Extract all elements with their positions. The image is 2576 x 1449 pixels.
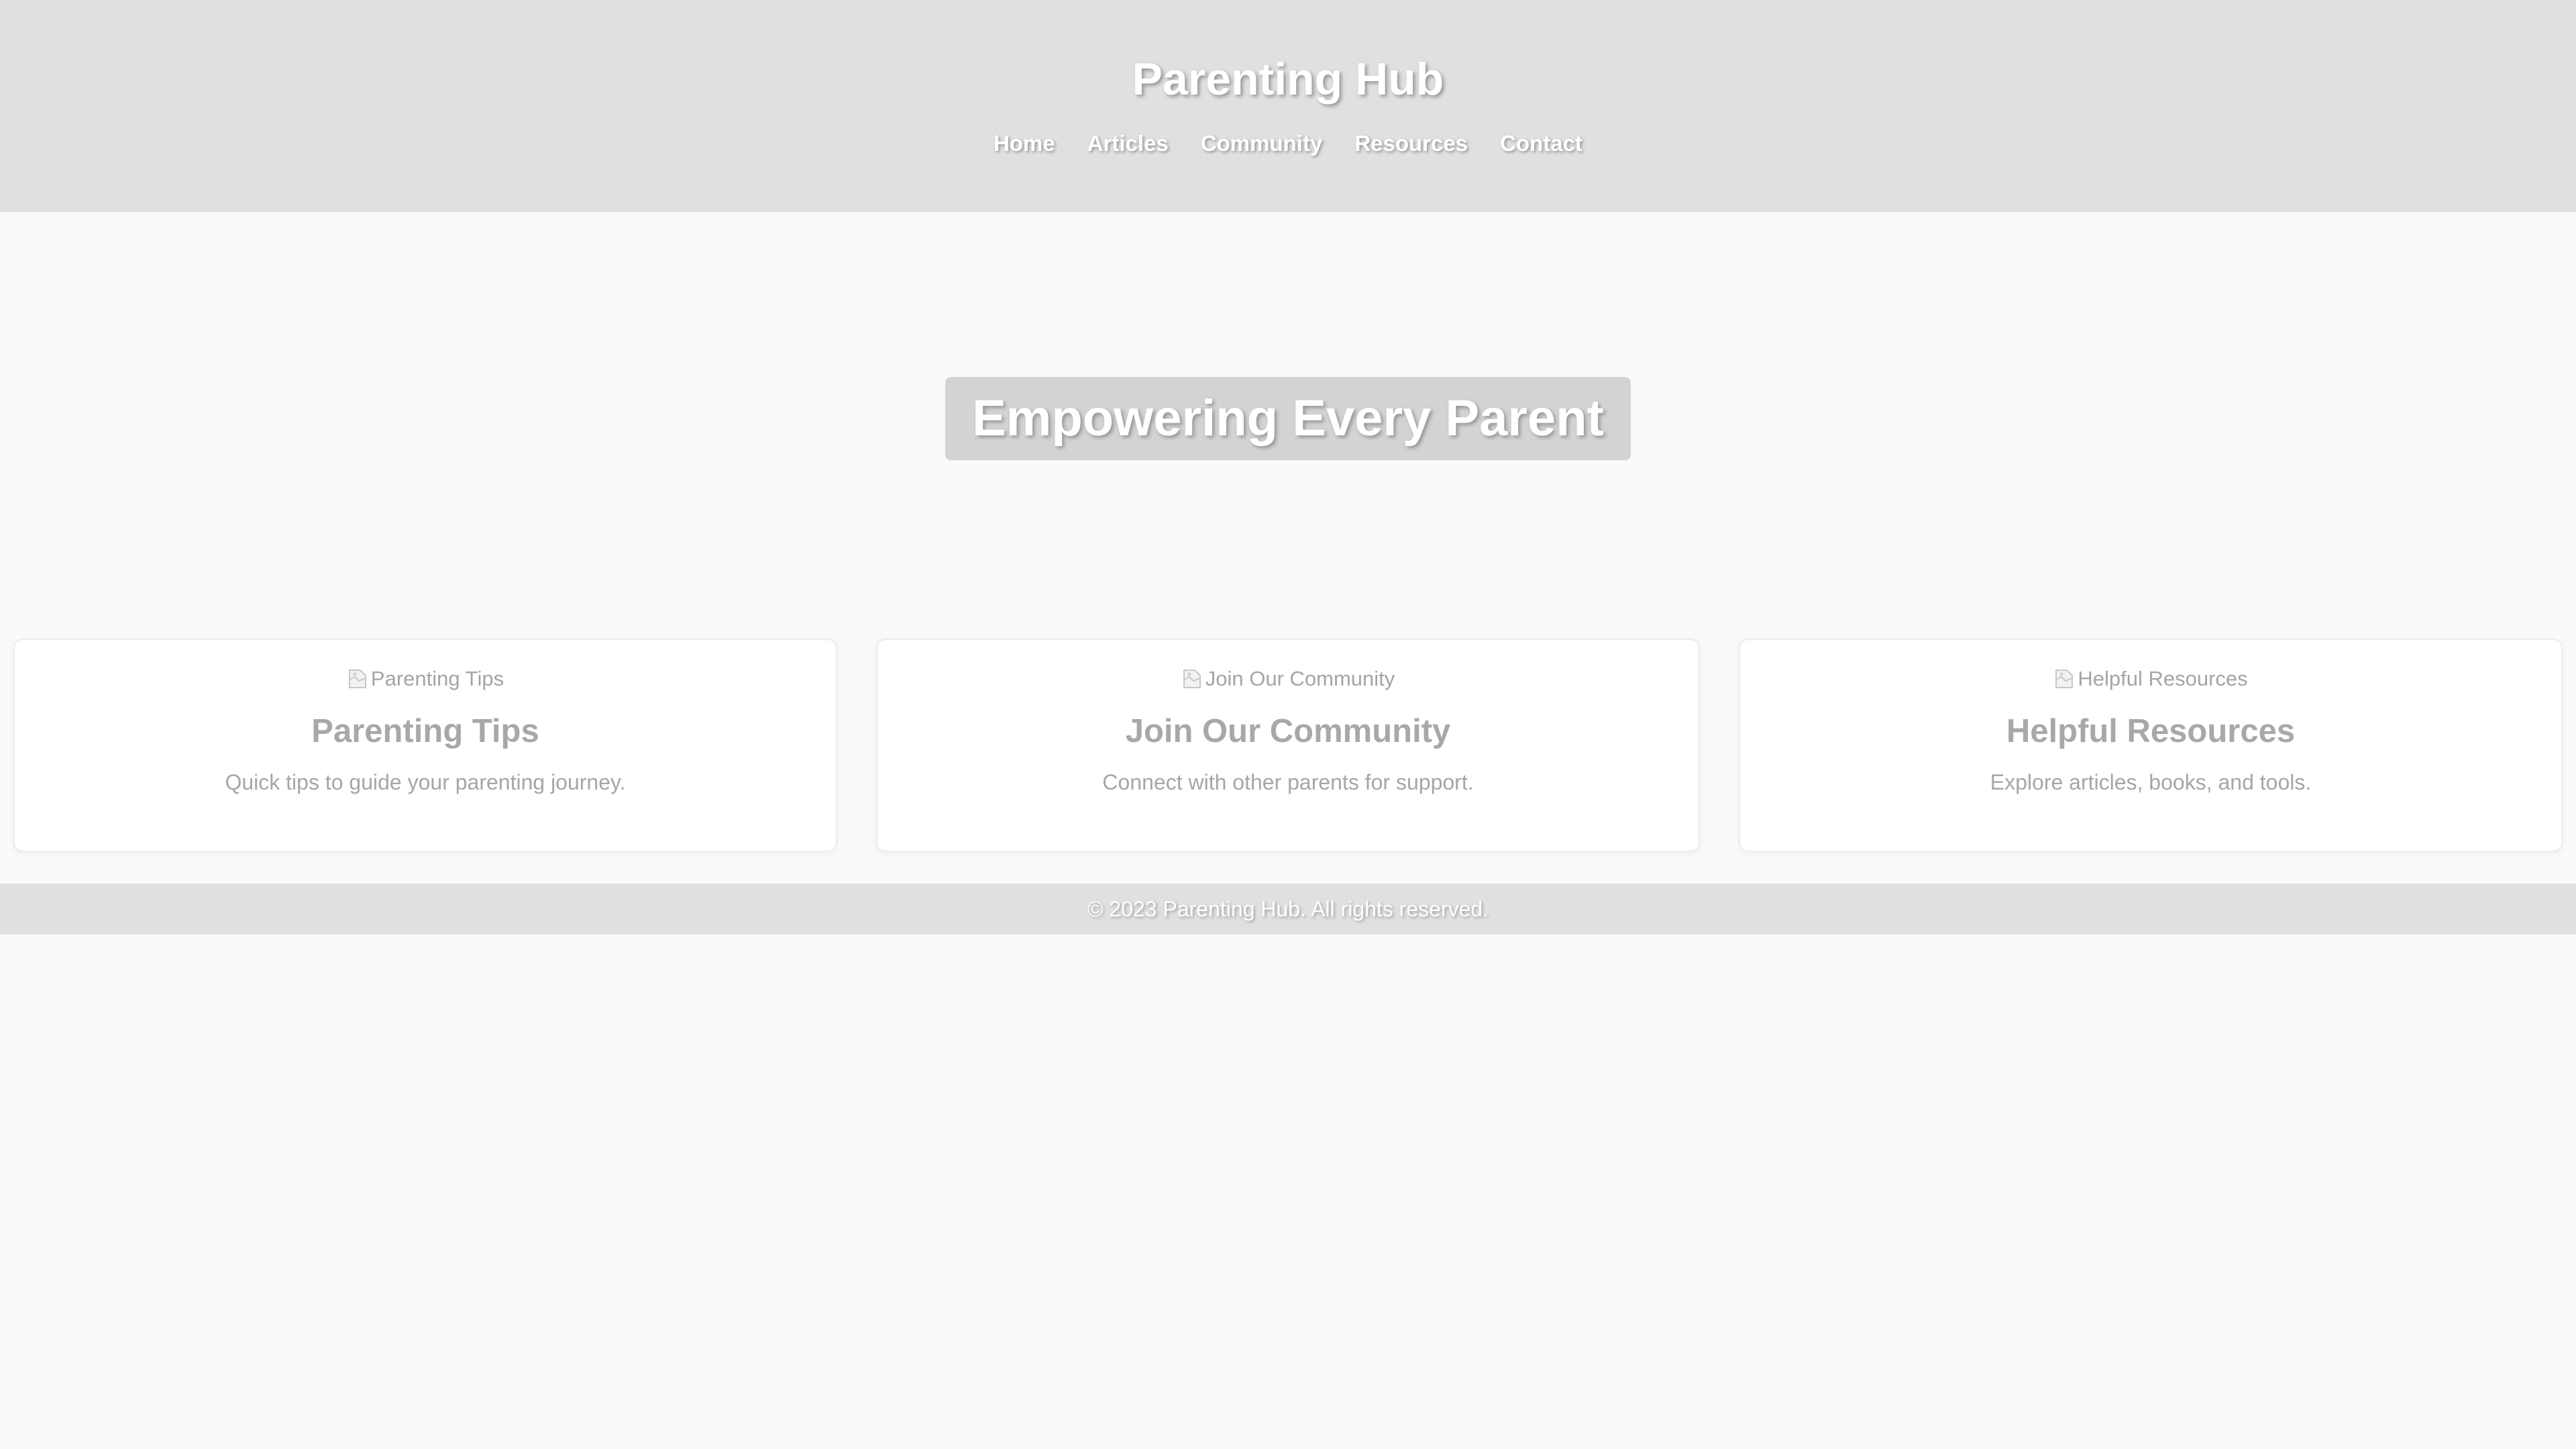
main-nav: Home Articles Community Resources Contac… — [0, 129, 2576, 158]
hero-title: Empowering Every Parent — [945, 377, 1631, 460]
card-parenting-tips[interactable]: Parenting Tips Parenting Tips Quick tips… — [13, 639, 837, 852]
card-image-alt: Parenting Tips — [370, 667, 504, 690]
hero-section: Empowering Every Parent — [0, 212, 2576, 639]
broken-image-icon — [348, 669, 366, 688]
card-description: Connect with other parents for support. — [1102, 770, 1474, 794]
card-title: Join Our Community — [1125, 713, 1451, 749]
card-image-alt: Join Our Community — [1205, 667, 1395, 690]
nav-link-home[interactable]: Home — [994, 129, 1055, 158]
card-image: Join Our Community — [877, 664, 1699, 694]
card-join-community[interactable]: Join Our Community Join Our Community Co… — [876, 639, 1700, 852]
card-image: Parenting Tips — [15, 664, 836, 694]
card-title: Parenting Tips — [311, 713, 539, 749]
site-footer: © 2023 Parenting Hub. All rights reserve… — [0, 883, 2576, 934]
copyright-text: © 2023 Parenting Hub. All rights reserve… — [1087, 896, 1489, 921]
nav-link-articles[interactable]: Articles — [1087, 129, 1169, 158]
card-description: Quick tips to guide your parenting journ… — [225, 770, 626, 794]
card-description: Explore articles, books, and tools. — [1990, 770, 2312, 794]
nav-link-community[interactable]: Community — [1201, 129, 1323, 158]
card-image: Helpful Resources — [1740, 664, 2561, 694]
site-title: Parenting Hub — [1132, 54, 1444, 105]
site-header: Parenting Hub Home Articles Community Re… — [0, 0, 2576, 212]
broken-image-icon — [1183, 669, 1201, 688]
feature-cards: Parenting Tips Parenting Tips Quick tips… — [13, 639, 2563, 852]
nav-link-resources[interactable]: Resources — [1354, 129, 1468, 158]
nav-link-contact[interactable]: Contact — [1500, 129, 1582, 158]
card-image-alt: Helpful Resources — [2078, 667, 2248, 690]
card-title: Helpful Resources — [2006, 713, 2296, 749]
card-helpful-resources[interactable]: Helpful Resources Helpful Resources Expl… — [1739, 639, 2563, 852]
broken-image-icon — [2055, 669, 2074, 688]
